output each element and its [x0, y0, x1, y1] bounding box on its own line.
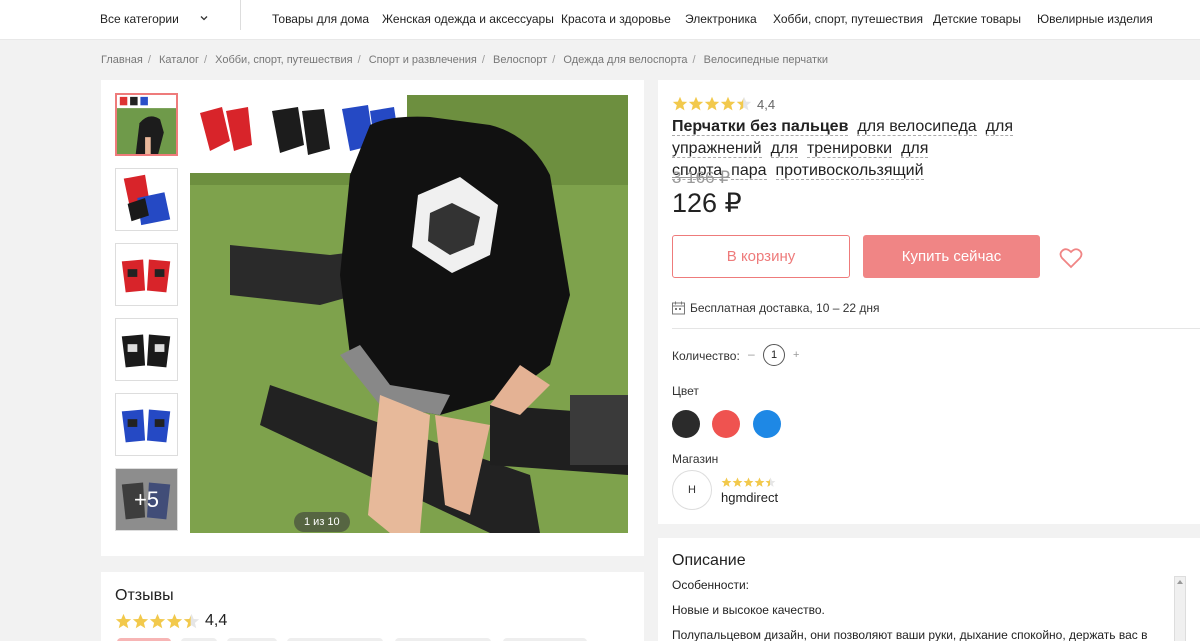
reviews-title: Отзывы [115, 587, 174, 604]
nav-item-womens-clothing[interactable]: Женская одежда и аксессуары [382, 12, 554, 26]
quantity-label: Количество: [672, 349, 740, 363]
star-half-icon [183, 613, 200, 628]
color-label: Цвет [672, 384, 699, 398]
breadcrumb-hobby[interactable]: Хобби, спорт, путешествия [215, 54, 352, 66]
product-rating: 4,4 [672, 96, 775, 112]
delivery-text: Бесплатная доставка, 10 – 22 дня [690, 301, 880, 315]
color-swatch-red[interactable] [712, 410, 740, 438]
description-line: Полупальцевом дизайн, они позволяют ваши… [672, 628, 1148, 641]
star-icon [743, 477, 754, 487]
reviews-rating-value: 4,4 [205, 612, 228, 629]
breadcrumb-cycling-gloves[interactable]: Велосипедные перчатки [704, 54, 828, 66]
current-price: 126 ₽ [672, 188, 742, 218]
reviews-stars [115, 613, 200, 630]
divider [672, 328, 1200, 329]
star-icon [672, 96, 688, 111]
star-icon [754, 477, 765, 487]
all-categories-label: Все категории [100, 12, 179, 26]
product-title: Перчатки без пальцев для велосипеда для уп… [672, 116, 1182, 182]
title-tag[interactable]: тренировки [806, 140, 893, 158]
breadcrumb-cycling-clothes[interactable]: Одежда для велоспорта [563, 54, 687, 66]
breadcrumb-cycling[interactable]: Велоспорт [493, 54, 547, 66]
delivery-info: Бесплатная доставка, 10 – 22 дня [672, 301, 880, 315]
title-main[interactable]: Перчатки без пальцев [672, 118, 849, 136]
quantity-plus-button[interactable]: + [793, 349, 799, 361]
description-scrollbar[interactable] [1174, 576, 1186, 641]
star-icon [132, 613, 149, 628]
all-categories-dropdown[interactable]: Все категории [100, 0, 240, 38]
breadcrumb-home[interactable]: Главная [101, 54, 143, 66]
reviews-rating: 4,4 [115, 612, 227, 630]
thumbnail-more[interactable]: +5 [115, 468, 178, 531]
description-line: Новые и высокое качество. [672, 603, 825, 617]
thumbnail-3[interactable] [115, 243, 178, 306]
shop-avatar[interactable]: H [672, 470, 712, 510]
title-tag[interactable]: для [770, 140, 798, 158]
breadcrumb-catalog[interactable]: Каталог [159, 54, 199, 66]
breadcrumb: Главная / Каталог / Хобби, спорт, путешест… [101, 54, 829, 66]
description-panel: Описание Особенности: Новые и высокое ка… [658, 538, 1200, 641]
quantity-value[interactable]: 1 [763, 344, 785, 366]
old-price: 3 166 ₽ [672, 168, 731, 187]
star-icon [721, 477, 732, 487]
star-icon [149, 613, 166, 628]
chevron-down-icon [200, 16, 208, 21]
scroll-up-icon[interactable] [1177, 580, 1183, 584]
calendar-icon [672, 301, 685, 315]
nav-item-hobby-sport-travel[interactable]: Хобби, спорт, путешествия [773, 12, 923, 26]
image-counter: 1 из 10 [294, 512, 350, 532]
star-icon [688, 96, 704, 111]
color-swatch-black[interactable] [672, 410, 700, 438]
shop-label: Магазин [672, 452, 719, 466]
more-images-label: +5 [116, 469, 177, 530]
quantity-minus-button[interactable]: – [748, 347, 755, 361]
nav-item-home-goods[interactable]: Товары для дома [272, 12, 369, 26]
thumbnail-1[interactable] [115, 93, 178, 156]
reviews-panel: Отзывы 4,4 [101, 572, 644, 641]
top-navigation: Все категории Товары для дома Женская од… [0, 0, 1200, 40]
star-icon [720, 96, 736, 111]
main-product-image[interactable]: 1 из 10 [190, 95, 628, 533]
star-icon [115, 613, 132, 628]
add-to-cart-button[interactable]: В корзину [672, 235, 850, 278]
heart-icon[interactable] [1059, 247, 1083, 269]
description-line: Особенности: [672, 578, 750, 592]
title-tag[interactable]: противоскользящий [775, 162, 924, 180]
star-half-icon [736, 96, 752, 111]
title-tag[interactable]: для велосипеда [857, 118, 977, 136]
nav-item-beauty-health[interactable]: Красота и здоровье [561, 12, 671, 26]
buy-now-button[interactable]: Купить сейчас [863, 235, 1040, 278]
title-tag[interactable]: пара [731, 162, 767, 180]
nav-item-kids-goods[interactable]: Детские товары [933, 12, 1021, 26]
nav-item-jewelry[interactable]: Ювелирные изделия [1037, 12, 1153, 26]
star-icon [732, 477, 743, 487]
rating-stars [672, 96, 752, 112]
rating-value: 4,4 [757, 96, 776, 112]
thumbnail-2[interactable] [115, 168, 178, 231]
thumbnail-5[interactable] [115, 393, 178, 456]
description-title: Описание [672, 552, 746, 569]
shop-rating-stars [721, 477, 776, 488]
product-gallery: +5 1 из 10 [101, 80, 644, 556]
nav-divider [240, 0, 241, 30]
nav-item-electronics[interactable]: Электроника [685, 12, 757, 26]
product-info-panel: 4,4 Перчатки без пальцев для велосипеда дл… [658, 80, 1200, 524]
star-half-icon [765, 477, 776, 487]
thumbnail-4[interactable] [115, 318, 178, 381]
star-icon [166, 613, 183, 628]
shop-name[interactable]: hgmdirect [721, 490, 778, 505]
color-swatch-blue[interactable] [753, 410, 781, 438]
star-icon [704, 96, 720, 111]
breadcrumb-sport[interactable]: Спорт и развлечения [369, 54, 477, 66]
